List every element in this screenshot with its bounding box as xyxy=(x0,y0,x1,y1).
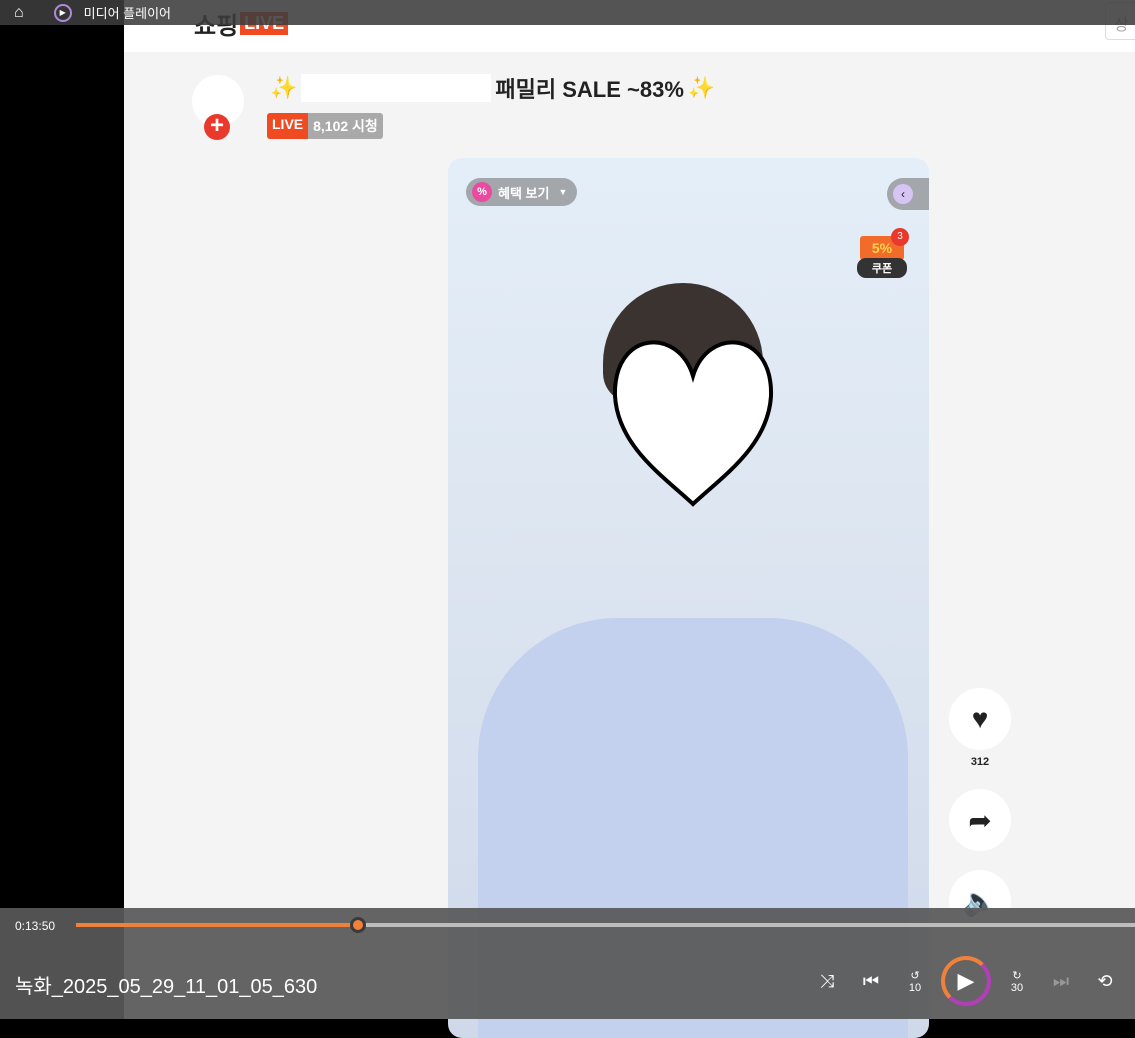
file-name: 녹화_2025_05_29_11_01_05_630 xyxy=(15,976,318,998)
follow-button[interactable]: + xyxy=(204,114,230,140)
percent-icon: % xyxy=(472,182,492,202)
collapse-panel-button[interactable]: ‹ xyxy=(887,178,929,210)
play-icon: ▶ xyxy=(957,968,975,993)
shuffle-icon[interactable]: ⤨ xyxy=(805,956,849,1006)
next-icon[interactable]: ⏭ xyxy=(1039,956,1083,1006)
heart-icon: ♥ xyxy=(971,703,989,734)
like-count: 312 xyxy=(970,756,990,768)
caret-down-icon: ▼ xyxy=(558,187,568,197)
coupon-label: 쿠폰 xyxy=(857,258,907,278)
benefit-button[interactable]: % 혜택 보기 ▼ xyxy=(466,178,578,206)
stream-title: ✨ 패밀리 SALE ~83% ✨ xyxy=(270,72,715,104)
home-icon[interactable]: ⌂ xyxy=(14,4,24,22)
coupon-button[interactable]: 5% 3 쿠폰 xyxy=(857,228,909,278)
app-title: 미디어 플레이어 xyxy=(83,6,172,21)
chevron-left-icon: ‹ xyxy=(893,184,913,204)
previous-icon[interactable]: ⏮ xyxy=(849,956,893,1006)
share-button[interactable]: ➦ xyxy=(949,789,1011,851)
player-controls: 0:13:50 녹화_2025_05_29_11_01_05_630 ⤨ ⏮ ↺… xyxy=(0,908,1135,1019)
benefit-label: 혜택 보기 xyxy=(498,185,550,201)
sparkle-icon: ✨ xyxy=(687,75,716,100)
webpage: 쇼핑LIVE 상 + ✨ 패밀리 SALE ~83% ✨ LIVE 8,102 … xyxy=(124,0,1135,1038)
share-control: ➦ xyxy=(949,789,1011,851)
rewind-10-icon[interactable]: ↺ 10 xyxy=(893,956,937,1006)
live-badge: LIVE xyxy=(267,113,309,139)
heart-mask xyxy=(612,340,774,507)
live-video[interactable]: % 혜택 보기 ▼ ‹ 5% 3 쿠폰 xyxy=(448,158,929,1038)
forward-30-icon[interactable]: ↻ 30 xyxy=(995,956,1039,1006)
forward-seconds: 30 xyxy=(1010,981,1024,994)
coupon-count: 3 xyxy=(891,228,909,246)
share-arrow-icon: ➦ xyxy=(968,804,992,836)
like-button[interactable]: ♥ xyxy=(949,688,1011,750)
live-status: LIVE 8,102 시청 xyxy=(267,113,383,139)
rewind-seconds: 10 xyxy=(908,981,922,994)
current-time: 0:13:50 xyxy=(15,919,56,933)
seek-progress xyxy=(76,923,358,927)
seek-bar[interactable] xyxy=(76,917,1135,933)
repeat-off-icon[interactable]: ⟲ xyxy=(1083,956,1127,1006)
viewer-count: 8,102 시청 xyxy=(308,113,383,139)
title-bar: ⌂ ▶ 미디어 플레이어 xyxy=(0,0,1135,25)
sparkle-icon: ✨ xyxy=(270,75,298,100)
media-player-icon: ▶ xyxy=(53,3,72,22)
stream-title-text: 패밀리 SALE ~83% xyxy=(495,77,684,102)
play-button[interactable]: ▶ xyxy=(941,956,991,1006)
seek-handle[interactable] xyxy=(349,917,366,933)
like-control: ♥ 312 xyxy=(949,688,1011,768)
redacted-brand xyxy=(301,74,492,102)
